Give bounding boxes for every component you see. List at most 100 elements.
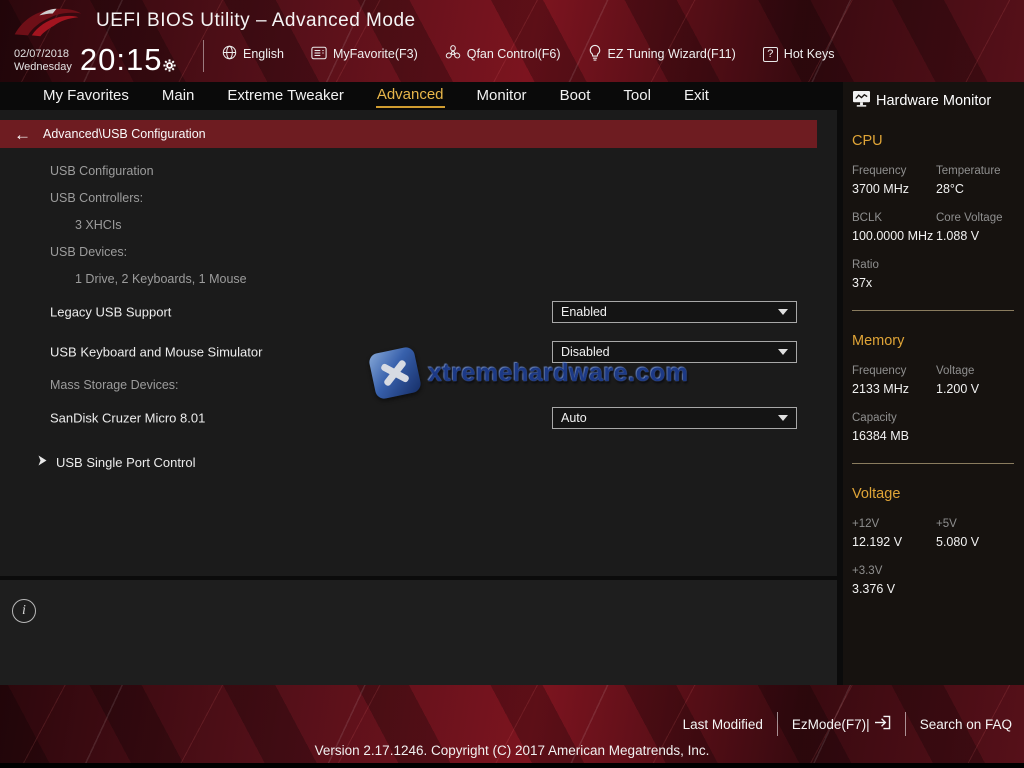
usb-single-port-control-submenu[interactable]: USB Single Port Control bbox=[0, 450, 500, 474]
main-panel: ← Advanced\USB Configuration USB Configu… bbox=[0, 110, 837, 576]
hardware-monitor-panel: Hardware Monitor CPU Frequency Temperatu… bbox=[843, 82, 1024, 700]
cpu-temperature-label: Temperature bbox=[936, 165, 1016, 177]
chevron-down-icon bbox=[778, 349, 788, 355]
cpu-bclk-label: BCLK bbox=[852, 212, 936, 224]
qfan-control-button[interactable]: Qfan Control(F6) bbox=[445, 45, 561, 64]
last-modified-button[interactable]: Last Modified bbox=[683, 717, 763, 732]
memory-capacity-label: Capacity bbox=[852, 412, 936, 424]
language-button[interactable]: English bbox=[222, 45, 284, 63]
dropdown-value: Enabled bbox=[561, 305, 778, 319]
kb-mouse-sim-dropdown[interactable]: Disabled bbox=[552, 341, 797, 363]
usb-info-line: USB Controllers: bbox=[0, 184, 560, 211]
weekday-text: Wednesday bbox=[14, 61, 72, 74]
memory-voltage-value: 1.200 V bbox=[936, 378, 1016, 396]
memory-voltage-label: Voltage bbox=[936, 365, 1016, 377]
setting-row-legacy-usb: Legacy USB Support Enabled bbox=[0, 301, 837, 323]
setting-row-kb-mouse-sim: USB Keyboard and Mouse Simulator Disable… bbox=[0, 341, 837, 363]
hot-keys-label: Hot Keys bbox=[784, 47, 835, 61]
tab-my-favorites[interactable]: My Favorites bbox=[42, 85, 130, 107]
qfan-label: Qfan Control(F6) bbox=[467, 47, 561, 61]
cpu-core-voltage-value: 1.088 V bbox=[936, 225, 1016, 243]
bulb-icon bbox=[588, 44, 602, 64]
ez-tuning-label: EZ Tuning Wizard(F11) bbox=[608, 47, 736, 61]
info-icon: i bbox=[12, 599, 36, 623]
tab-monitor[interactable]: Monitor bbox=[476, 85, 528, 107]
memory-frequency-value: 2133 MHz bbox=[852, 378, 936, 396]
ez-tuning-wizard-button[interactable]: EZ Tuning Wizard(F11) bbox=[588, 44, 736, 64]
memory-capacity-row: Capacity 16384 MB bbox=[852, 412, 1016, 443]
memory-freq-volt-row: Frequency Voltage 2133 MHz 1.200 V bbox=[852, 365, 1016, 396]
sandisk-dropdown[interactable]: Auto bbox=[552, 407, 797, 429]
tab-advanced[interactable]: Advanced bbox=[376, 84, 445, 108]
footer-divider bbox=[905, 712, 906, 736]
cpu-ratio-value: 37x bbox=[852, 272, 936, 290]
datetime: 02/07/2018 Wednesday 20:15 bbox=[14, 42, 176, 80]
usb-info-line: USB Devices: bbox=[0, 238, 560, 265]
voltage-3v3-row: +3.3V 3.376 V bbox=[852, 565, 1016, 596]
voltage-12v-label: +12V bbox=[852, 518, 936, 530]
cpu-section-title: CPU bbox=[852, 133, 1016, 149]
voltage-5v-label: +5V bbox=[936, 518, 1016, 530]
cpu-ratio-label: Ratio bbox=[852, 259, 936, 271]
voltage-3v3-value: 3.376 V bbox=[852, 578, 936, 596]
myfavorite-button[interactable]: MyFavorite(F3) bbox=[311, 46, 418, 63]
hardware-monitor-header: Hardware Monitor bbox=[852, 90, 1016, 111]
section-divider bbox=[852, 310, 1014, 311]
mass-storage-heading: Mass Storage Devices: bbox=[50, 378, 179, 392]
chevron-down-icon bbox=[778, 309, 788, 315]
usb-info-line: USB Configuration bbox=[0, 157, 560, 184]
app-title: UEFI BIOS Utility – Advanced Mode bbox=[96, 10, 416, 32]
back-arrow-icon[interactable]: ← bbox=[14, 126, 31, 143]
cpu-ratio-row: Ratio 37x bbox=[852, 259, 1016, 290]
submenu-label: USB Single Port Control bbox=[56, 455, 195, 470]
setting-label: USB Keyboard and Mouse Simulator bbox=[50, 345, 262, 360]
hot-keys-button[interactable]: ? Hot Keys bbox=[763, 47, 835, 62]
question-icon: ? bbox=[763, 47, 778, 62]
header-bar: UEFI BIOS Utility – Advanced Mode 02/07/… bbox=[0, 0, 1024, 82]
header-actions: English MyFavorite(F3) bbox=[222, 44, 835, 64]
cpu-bclk-value: 100.0000 MHz bbox=[852, 225, 936, 243]
voltage-12v-5v-row: +12V +5V 12.192 V 5.080 V bbox=[852, 518, 1016, 549]
breadcrumb-path: Advanced\USB Configuration bbox=[43, 127, 206, 141]
tab-boot[interactable]: Boot bbox=[559, 85, 592, 107]
setting-label: SanDisk Cruzer Micro 8.01 bbox=[50, 411, 205, 426]
voltage-12v-value: 12.192 V bbox=[852, 531, 936, 549]
memory-capacity-value: 16384 MB bbox=[852, 425, 936, 443]
setting-row-sandisk: SanDisk Cruzer Micro 8.01 Auto bbox=[0, 407, 837, 429]
fan-icon bbox=[445, 45, 461, 64]
tab-extreme-tweaker[interactable]: Extreme Tweaker bbox=[226, 85, 344, 107]
ezmode-label: EzMode(F7)| bbox=[792, 717, 870, 732]
bios-screen: UEFI BIOS Utility – Advanced Mode 02/07/… bbox=[0, 0, 1024, 768]
cpu-frequency-value: 3700 MHz bbox=[852, 178, 936, 196]
monitor-icon bbox=[852, 90, 871, 111]
cpu-temperature-value: 28°C bbox=[936, 178, 1016, 196]
rog-logo bbox=[10, 4, 84, 47]
header-divider bbox=[203, 40, 204, 72]
usb-info-line: 3 XHCIs bbox=[0, 211, 560, 238]
cpu-freq-temp-row: Frequency Temperature 3700 MHz 28°C bbox=[852, 165, 1016, 196]
submenu-arrow-icon bbox=[38, 453, 47, 471]
chevron-down-icon bbox=[778, 415, 788, 421]
voltage-3v3-label: +3.3V bbox=[852, 565, 936, 577]
date-text: 02/07/2018 bbox=[14, 48, 72, 61]
tab-exit[interactable]: Exit bbox=[683, 85, 710, 107]
voltage-5v-value: 5.080 V bbox=[936, 531, 1016, 549]
usb-info-line: 1 Drive, 2 Keyboards, 1 Mouse bbox=[0, 265, 560, 292]
breadcrumb: ← Advanced\USB Configuration bbox=[0, 120, 817, 148]
tab-tool[interactable]: Tool bbox=[622, 85, 652, 107]
version-text: Version 2.17.1246. Copyright (C) 2017 Am… bbox=[0, 743, 1024, 758]
memory-frequency-label: Frequency bbox=[852, 365, 936, 377]
cpu-frequency-label: Frequency bbox=[852, 165, 936, 177]
search-on-faq-button[interactable]: Search on FAQ bbox=[920, 717, 1012, 732]
time-settings-gear-icon[interactable] bbox=[163, 44, 176, 80]
setting-label: Legacy USB Support bbox=[50, 305, 171, 320]
help-panel: i bbox=[0, 580, 837, 685]
section-divider bbox=[852, 463, 1014, 464]
myfavorite-label: MyFavorite(F3) bbox=[333, 47, 418, 61]
cpu-core-voltage-label: Core Voltage bbox=[936, 212, 1016, 224]
language-label: English bbox=[243, 47, 284, 61]
ezmode-button[interactable]: EzMode(F7)| bbox=[792, 715, 891, 733]
tab-main[interactable]: Main bbox=[161, 85, 196, 107]
dropdown-value: Auto bbox=[561, 411, 778, 425]
legacy-usb-dropdown[interactable]: Enabled bbox=[552, 301, 797, 323]
